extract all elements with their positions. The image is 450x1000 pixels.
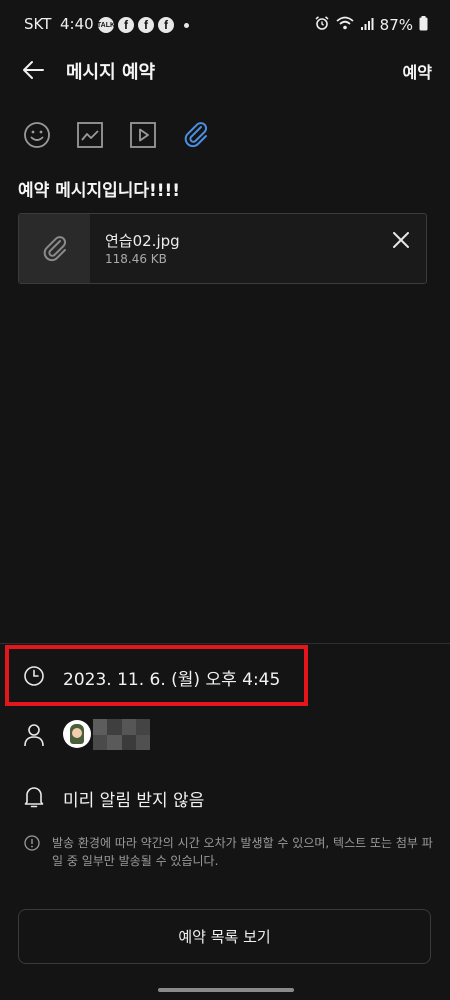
attachment-card[interactable]: 연습02.jpg 118.46 KB <box>18 213 427 284</box>
reserve-button[interactable]: 예약 <box>403 59 432 83</box>
attachment-file-name: 연습02.jpg <box>105 232 180 250</box>
attach-button[interactable] <box>181 120 211 150</box>
close-icon <box>393 232 409 248</box>
paperclip-icon <box>184 122 208 148</box>
facebook-icon: f <box>138 17 154 33</box>
highlight-box <box>5 645 308 706</box>
wifi-icon <box>336 15 354 35</box>
reminder-label: 미리 알림 받지 않음 <box>63 791 205 811</box>
view-reservation-list-label: 예약 목록 보기 <box>178 928 271 946</box>
notice-text: 발송 환경에 따라 약간의 시간 오차가 발생할 수 있으며, 텍스트 또는 첨… <box>52 836 433 868</box>
facebook-icon: f <box>118 17 134 33</box>
talk-icon-label: TALK <box>96 21 116 29</box>
image-button[interactable] <box>75 120 105 150</box>
view-reservation-list-button[interactable]: 예약 목록 보기 <box>18 909 431 964</box>
image-icon <box>77 122 103 148</box>
info-icon <box>24 835 40 851</box>
emoji-button[interactable] <box>22 120 52 150</box>
more-notifications-dot <box>184 22 189 28</box>
battery-icon <box>419 15 428 35</box>
paperclip-icon <box>43 235 66 261</box>
bell-icon <box>22 785 46 809</box>
app-header: 메시지 예약 예약 <box>0 50 450 90</box>
emoji-icon <box>24 122 50 148</box>
alarm-icon <box>314 15 330 35</box>
facebook-icon: f <box>158 17 174 33</box>
notification-icons: TALK f f f <box>96 17 189 33</box>
recipient-avatar <box>63 720 91 748</box>
remove-attachment-button[interactable] <box>390 229 412 251</box>
battery-percent: 87% <box>379 16 413 34</box>
reminder-row[interactable]: 미리 알림 받지 않음 <box>0 771 450 821</box>
attachment-thumbnail <box>19 214 90 283</box>
person-icon <box>22 723 46 747</box>
section-divider <box>0 643 450 644</box>
talk-icon: TALK <box>96 17 116 33</box>
home-indicator[interactable] <box>158 988 294 992</box>
status-bar: SKT 4:40 TALK f f f 87% <box>0 0 450 50</box>
back-arrow-icon <box>23 61 44 79</box>
page-title: 메시지 예약 <box>66 62 156 83</box>
carrier-label: SKT <box>24 15 52 33</box>
notice: 발송 환경에 따라 약간의 시간 오차가 발생할 수 있으며, 텍스트 또는 첨… <box>24 834 434 870</box>
clock: 4:40 <box>60 15 94 33</box>
message-text[interactable]: 예약 메시지입니다!!!! <box>18 176 180 201</box>
video-button[interactable] <box>128 120 158 150</box>
screen: SKT 4:40 TALK f f f 87% 메시지 예약 예약 예약 메시지… <box>0 0 450 1000</box>
compose-toolbar <box>22 120 234 150</box>
recipient-name-redacted <box>93 719 150 750</box>
status-icons: 87% <box>314 15 428 35</box>
signal-icon <box>360 16 374 35</box>
video-icon <box>130 122 156 148</box>
attachment-file-size: 118.46 KB <box>105 252 167 266</box>
back-button[interactable] <box>18 56 48 84</box>
